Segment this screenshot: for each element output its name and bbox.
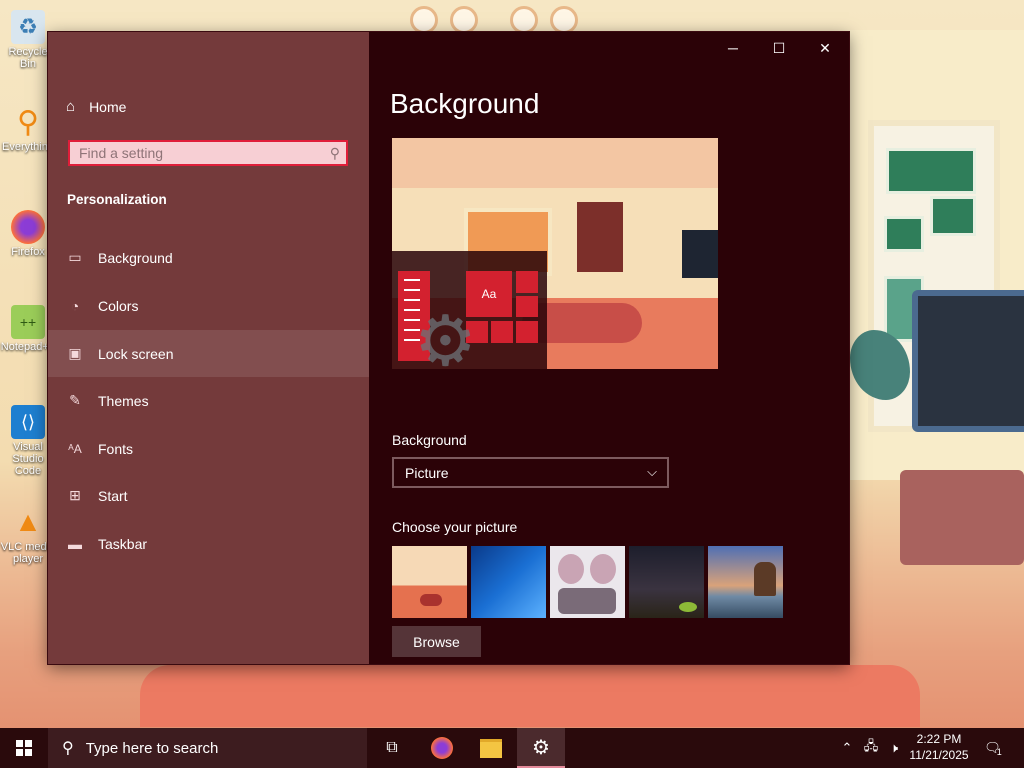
taskbar-search-placeholder: Type here to search <box>85 739 219 757</box>
vlc-icon: ▲ <box>14 506 42 537</box>
wallpaper-stand <box>900 470 1024 565</box>
choose-picture-label: Choose your picture <box>392 519 518 535</box>
close-button[interactable]: ✕ <box>802 32 848 64</box>
palette-icon: ◔ <box>70 297 80 314</box>
folder-icon <box>480 738 502 758</box>
thumbnail-windows-blue[interactable] <box>471 546 546 618</box>
home-icon: ⌂ <box>66 98 76 115</box>
wallpaper-lamp <box>410 0 590 34</box>
taskbar-clock[interactable]: 2:22 PM 11/21/2025 <box>904 731 974 763</box>
sidebar-item-start[interactable]: ⊞ Start <box>48 472 369 519</box>
sidebar-item-label: Background <box>98 249 173 266</box>
thumbnail-anime[interactable] <box>550 546 625 618</box>
sidebar-item-lock-screen[interactable]: ▣ Lock screen <box>48 330 369 377</box>
recycle-bin-icon: ♻ <box>11 10 45 44</box>
home-label: Home <box>89 98 127 115</box>
settings-sidebar: ⌂ Home ⚲ Personalization ▭ Background ◔ … <box>48 32 369 664</box>
preview-door <box>577 202 623 272</box>
preview-tv <box>682 230 718 278</box>
search-icon: ⚲ <box>62 740 74 757</box>
volume-muted-icon: 🕨 <box>889 740 899 755</box>
picture-icon: ▭ <box>68 249 82 265</box>
chevron-down-icon: ⌵ <box>647 464 657 479</box>
firefox-icon <box>11 210 45 244</box>
network-icon-button[interactable]: 🖧 <box>860 728 882 768</box>
taskbar-file-explorer[interactable] <box>467 728 515 768</box>
close-icon: ✕ <box>819 39 831 56</box>
background-type-dropdown[interactable]: Picture ⌵ <box>392 457 669 488</box>
windows-logo-icon <box>16 740 32 756</box>
minimize-icon: ─ <box>728 40 738 56</box>
taskbar-settings[interactable]: ⚙ <box>517 728 565 768</box>
picture-thumbnails <box>392 546 783 618</box>
section-title: Personalization <box>67 192 167 207</box>
preview-ceiling <box>392 138 718 188</box>
sidebar-item-taskbar[interactable]: ▬ Taskbar <box>48 520 369 567</box>
clock-date: 11/21/2025 <box>909 748 969 762</box>
sidebar-item-label: Taskbar <box>98 535 148 552</box>
fonts-icon: ᴬA <box>68 441 82 456</box>
taskbar-search-box[interactable]: ⚲ Type here to search <box>48 728 367 768</box>
sidebar-item-fonts[interactable]: ᴬA Fonts <box>48 425 369 472</box>
sidebar-item-label: Fonts <box>98 440 134 457</box>
thumbnail-room[interactable] <box>392 546 467 618</box>
vscode-icon: ⟨⟩ <box>11 405 45 439</box>
maximize-button[interactable]: ☐ <box>756 32 802 64</box>
thumbnail-night-sky[interactable] <box>629 546 704 618</box>
sidebar-item-colors[interactable]: ◔ Colors <box>48 282 369 329</box>
search-icon: ⚲ <box>329 145 340 161</box>
firefox-icon <box>431 737 453 759</box>
notification-badge: 1 <box>996 747 1002 757</box>
taskbar-firefox[interactable] <box>418 728 466 768</box>
themes-icon: ✎ <box>69 392 81 408</box>
show-hidden-icons-button[interactable]: ⌃ <box>836 728 858 768</box>
gear-icon: ⚙ <box>414 302 477 380</box>
page-title: Background <box>390 88 540 119</box>
task-view-button[interactable]: ⧉ <box>368 728 416 768</box>
settings-window: ⌂ Home ⚲ Personalization ▭ Background ◔ … <box>48 32 849 664</box>
wallpaper-rug <box>140 665 920 727</box>
volume-button[interactable]: 🕨 <box>883 728 905 768</box>
maximize-icon: ☐ <box>772 39 786 56</box>
clock-time: 2:22 PM <box>916 732 962 746</box>
sidebar-item-label: Themes <box>98 392 149 409</box>
chevron-up-icon: ⌃ <box>841 740 853 755</box>
sidebar-item-background[interactable]: ▭ Background <box>48 234 369 281</box>
find-setting-search[interactable]: ⚲ <box>68 140 348 166</box>
everything-icon: ⚲ <box>17 105 39 139</box>
preview-tiles: Aa <box>466 271 542 361</box>
browse-button[interactable]: Browse <box>392 626 481 657</box>
start-button[interactable] <box>0 728 48 768</box>
network-icon: 🖧 <box>863 738 879 753</box>
gear-icon: ⚙ <box>532 736 550 759</box>
sidebar-item-label: Start <box>98 487 128 504</box>
find-setting-input[interactable] <box>70 144 321 162</box>
taskbar: ⚲ Type here to search ⧉ ⚙ ⌃ 🖧 🕨 2:22 PM … <box>0 728 1024 768</box>
notepad-icon: ++ <box>11 305 45 339</box>
settings-main: ─ ☐ ✕ Background Aa ⚙ Background Picture… <box>369 32 849 664</box>
lock-screen-icon: ▣ <box>68 345 82 361</box>
thumbnail-beach[interactable] <box>708 546 783 618</box>
start-icon: ⊞ <box>69 487 81 503</box>
minimize-button[interactable]: ─ <box>710 32 756 64</box>
taskbar-icon: ▬ <box>68 535 82 552</box>
sidebar-item-label: Colors <box>98 297 139 314</box>
notification-center-button[interactable]: 🗨 1 <box>978 728 1008 768</box>
task-view-icon: ⧉ <box>386 739 398 756</box>
dropdown-selected-value: Picture <box>405 464 449 481</box>
wallpaper-tv <box>912 290 1024 432</box>
home-nav-item[interactable]: ⌂ Home <box>66 98 126 115</box>
background-preview: Aa ⚙ <box>392 138 718 382</box>
background-type-label: Background <box>392 432 467 448</box>
sidebar-item-label: Lock screen <box>98 345 174 362</box>
sidebar-item-themes[interactable]: ✎ Themes <box>48 377 369 424</box>
